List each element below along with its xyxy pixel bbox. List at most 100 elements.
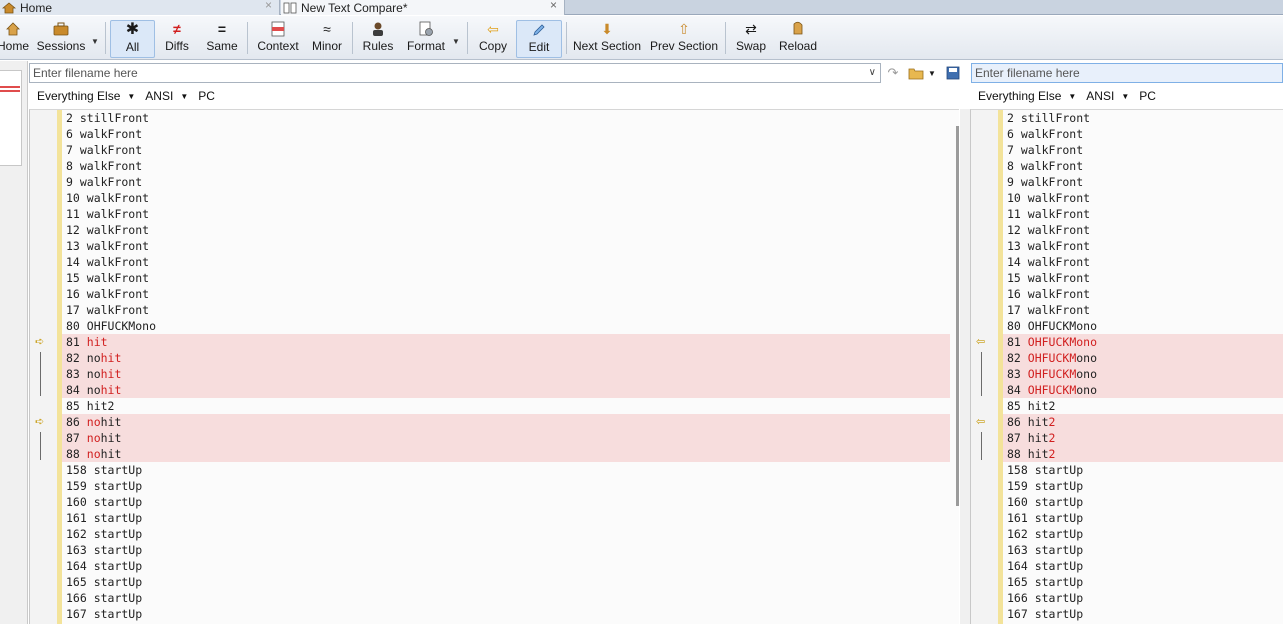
format-dropdown-icon[interactable]: ▼ <box>452 37 460 46</box>
text-line[interactable]: 6 walkFront <box>62 126 950 142</box>
text-line[interactable]: 162 startUp <box>62 526 950 542</box>
edit-button[interactable]: Edit <box>516 20 562 58</box>
diff-line[interactable]: 86 hit2 <box>1003 414 1283 430</box>
diffs-button[interactable]: ≠ Diffs <box>158 20 196 58</box>
same-button[interactable]: = Same <box>201 20 243 58</box>
copy-button[interactable]: ⇦ Copy <box>474 20 512 58</box>
left-scrollbar[interactable] <box>956 126 959 506</box>
text-line[interactable]: 80 OHFUCKMono <box>1003 318 1283 334</box>
text-line[interactable]: 80 OHFUCKMono <box>62 318 950 334</box>
history-forward-icon[interactable]: ↷ <box>884 64 902 82</box>
text-line[interactable]: 9 walkFront <box>1003 174 1283 190</box>
format-button[interactable]: Format <box>403 20 449 58</box>
copy-arrow-left-icon[interactable]: ⇦ <box>976 334 985 350</box>
text-line[interactable]: 166 startUp <box>1003 590 1283 606</box>
text-line[interactable]: 12 walkFront <box>1003 222 1283 238</box>
rules-button[interactable]: Rules <box>358 20 398 58</box>
text-line[interactable]: 17 walkFront <box>62 302 950 318</box>
left-filename-input[interactable]: Enter filename here ∨ <box>29 63 881 83</box>
text-line[interactable]: 85 hit2 <box>1003 398 1283 414</box>
tab-text-compare-close-icon[interactable]: × <box>550 0 557 12</box>
right-line-endings[interactable]: PC <box>1139 89 1156 103</box>
text-line[interactable]: 163 startUp <box>1003 542 1283 558</box>
left-line-endings[interactable]: PC <box>198 89 215 103</box>
tab-home[interactable]: Home × <box>0 0 280 15</box>
text-line[interactable]: 158 startUp <box>62 462 950 478</box>
diff-line[interactable]: 83 nohit <box>62 366 950 382</box>
text-line[interactable]: 85 hit2 <box>62 398 950 414</box>
diff-line[interactable]: 88 nohit <box>62 446 950 462</box>
text-line[interactable]: 159 startUp <box>62 478 950 494</box>
pane-splitter[interactable] <box>960 109 970 624</box>
text-line[interactable]: 162 startUp <box>1003 526 1283 542</box>
left-text-pane[interactable]: ➪ ➪ 2 stillFront 6 walkFront 7 walkFront 8 … <box>29 109 959 624</box>
text-line[interactable]: 9 walkFront <box>62 174 950 190</box>
text-line[interactable]: 161 startUp <box>1003 510 1283 526</box>
text-line[interactable]: 14 walkFront <box>1003 254 1283 270</box>
text-line[interactable]: 8 walkFront <box>62 158 950 174</box>
tab-home-close-icon[interactable]: × <box>265 0 272 12</box>
open-dropdown-icon[interactable]: ▼ <box>927 64 937 82</box>
diff-line[interactable]: 87 hit2 <box>1003 430 1283 446</box>
text-line[interactable]: 13 walkFront <box>1003 238 1283 254</box>
left-ruleset-select[interactable]: Everything Else ▼ <box>37 89 135 103</box>
text-line[interactable]: 16 walkFront <box>1003 286 1283 302</box>
sessions-dropdown-icon[interactable]: ▼ <box>91 37 99 46</box>
all-button[interactable]: ✱ All <box>110 20 155 58</box>
text-line[interactable]: 6 walkFront <box>1003 126 1283 142</box>
text-line[interactable]: 11 walkFront <box>62 206 950 222</box>
swap-button[interactable]: ⇄ Swap <box>731 20 771 58</box>
text-line[interactable]: 167 startUp <box>1003 606 1283 622</box>
text-line[interactable]: 15 walkFront <box>62 270 950 286</box>
text-line[interactable]: 166 startUp <box>62 590 950 606</box>
text-line[interactable]: 165 startUp <box>1003 574 1283 590</box>
text-line[interactable]: 160 startUp <box>62 494 950 510</box>
diff-line[interactable]: 82 OHFUCKMono <box>1003 350 1283 366</box>
text-line[interactable]: 2 stillFront <box>62 110 950 126</box>
right-filename-input[interactable]: Enter filename here <box>971 63 1283 83</box>
text-line[interactable]: 10 walkFront <box>1003 190 1283 206</box>
diff-line[interactable]: 83 OHFUCKMono <box>1003 366 1283 382</box>
text-line[interactable]: 167 startUp <box>62 606 950 622</box>
copy-arrow-right-icon[interactable]: ➪ <box>35 414 44 430</box>
text-line[interactable]: 8 walkFront <box>1003 158 1283 174</box>
text-line[interactable]: 12 walkFront <box>62 222 950 238</box>
text-line[interactable]: 158 startUp <box>1003 462 1283 478</box>
text-line[interactable]: 7 walkFront <box>62 142 950 158</box>
text-line[interactable]: 17 walkFront <box>1003 302 1283 318</box>
text-line[interactable]: 165 startUp <box>62 574 950 590</box>
right-text-pane[interactable]: ⇦ ⇦ 2 stillFront 6 walkFront 7 walkFront 8 … <box>970 109 1283 624</box>
right-encoding-select[interactable]: ANSI ▼ <box>1086 89 1129 103</box>
open-folder-icon[interactable] <box>906 64 926 82</box>
diff-line[interactable]: 81 hit <box>62 334 950 350</box>
text-line[interactable]: 10 walkFront <box>62 190 950 206</box>
diff-line[interactable]: 86 nohit <box>62 414 950 430</box>
prev-section-button[interactable]: ⇧ Prev Section <box>649 20 719 58</box>
diff-line[interactable]: 87 nohit <box>62 430 950 446</box>
text-line[interactable]: 15 walkFront <box>1003 270 1283 286</box>
copy-arrow-left-icon[interactable]: ⇦ <box>976 414 985 430</box>
text-line[interactable]: 164 startUp <box>62 558 950 574</box>
diff-line[interactable]: 82 nohit <box>62 350 950 366</box>
text-line[interactable]: 14 walkFront <box>62 254 950 270</box>
text-line[interactable]: 7 walkFront <box>1003 142 1283 158</box>
save-icon[interactable] <box>944 64 962 82</box>
left-encoding-select[interactable]: ANSI ▼ <box>145 89 188 103</box>
diff-line[interactable]: 84 OHFUCKMono <box>1003 382 1283 398</box>
text-line[interactable]: 2 stillFront <box>1003 110 1283 126</box>
difference-overview[interactable] <box>0 70 22 166</box>
diff-line[interactable]: 81 OHFUCKMono <box>1003 334 1283 350</box>
minor-button[interactable]: ≈ Minor <box>307 20 347 58</box>
next-section-button[interactable]: ⬇ Next Section <box>571 20 643 58</box>
text-line[interactable]: 13 walkFront <box>62 238 950 254</box>
context-button[interactable]: Context <box>252 20 304 58</box>
text-line[interactable]: 161 startUp <box>62 510 950 526</box>
text-line[interactable]: 163 startUp <box>62 542 950 558</box>
text-line[interactable]: 164 startUp <box>1003 558 1283 574</box>
chevron-down-icon[interactable]: ∨ <box>869 64 876 82</box>
text-line[interactable]: 159 startUp <box>1003 478 1283 494</box>
right-ruleset-select[interactable]: Everything Else ▼ <box>978 89 1076 103</box>
text-line[interactable]: 11 walkFront <box>1003 206 1283 222</box>
diff-line[interactable]: 88 hit2 <box>1003 446 1283 462</box>
sessions-button[interactable]: Sessions <box>36 20 86 58</box>
